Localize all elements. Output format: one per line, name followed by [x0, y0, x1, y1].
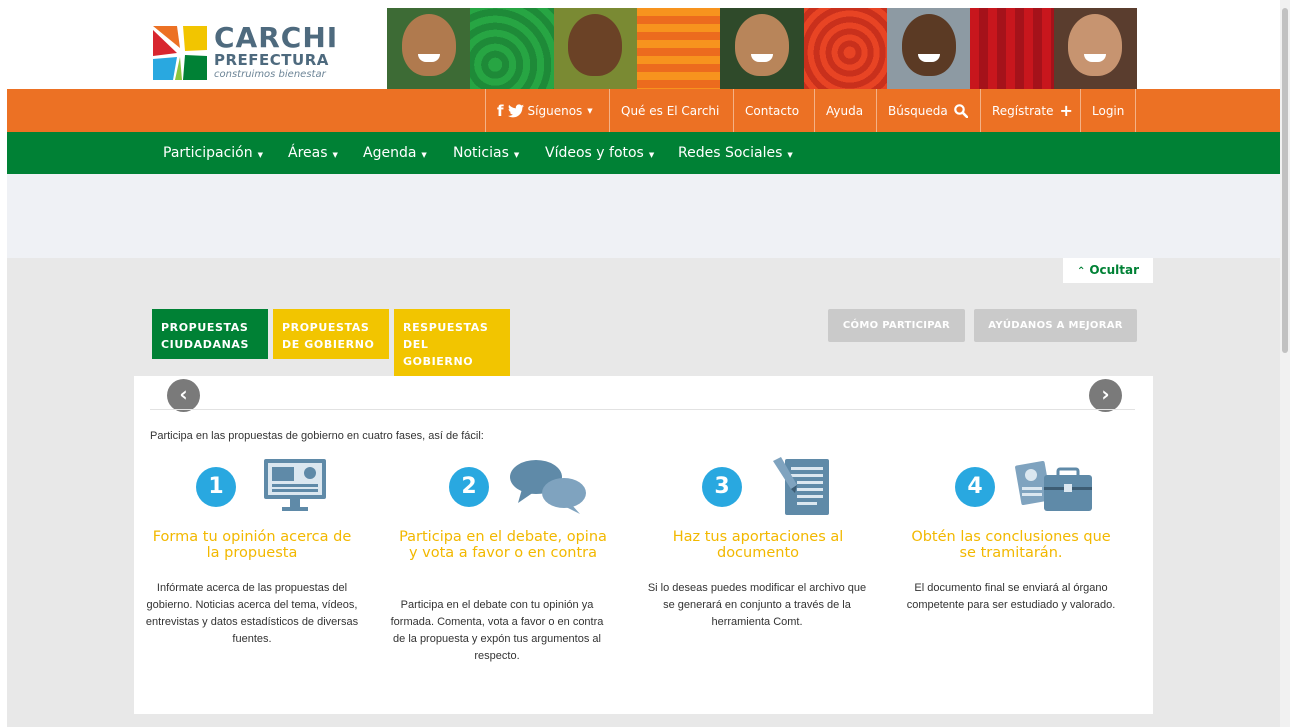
carchi-logo-icon[interactable]: [153, 26, 207, 80]
busqueda-label: Búsqueda: [888, 103, 948, 118]
nav-que-es-el-carchi[interactable]: Qué es El Carchi: [609, 89, 730, 132]
scrollbar-thumb[interactable]: [1282, 8, 1288, 353]
step-number-badge: 4: [955, 467, 995, 507]
nav-registrate[interactable]: Regístrate +: [980, 89, 1084, 132]
menu-noticias[interactable]: Noticias ▼: [453, 132, 519, 174]
banner-portrait: [553, 8, 637, 89]
divider: [150, 409, 1135, 410]
caret-down-icon: ▼: [332, 151, 338, 159]
tab-respuestas-del-gobierno[interactable]: RESPUESTAS DEL GOBIERNO: [394, 309, 510, 376]
menu-agenda[interactable]: Agenda ▼: [363, 132, 427, 174]
nav-ayuda[interactable]: Ayuda: [814, 89, 874, 132]
step-description: Infórmate acerca de las propuestas del g…: [145, 582, 359, 645]
banner-red-curtain: [970, 8, 1054, 89]
tab-propuestas-de-gobierno[interactable]: PROPUESTAS DE GOBIERNO: [273, 309, 389, 359]
next-arrow-icon[interactable]: ›: [1089, 379, 1122, 412]
monitor-icon: [264, 459, 326, 511]
menu-label: Vídeos y fotos: [545, 145, 644, 161]
caret-down-icon: ▼: [421, 151, 427, 159]
menu-redes-sociales[interactable]: Redes Sociales ▼: [678, 132, 793, 174]
banner-green-spiral: [470, 8, 554, 89]
step-title: Forma tu opinión acerca de la propuesta: [152, 529, 352, 561]
step-number-badge: 2: [449, 467, 489, 507]
step-title: Participa en el debate, opina y vota a f…: [399, 529, 607, 561]
logo-title: CARCHI: [214, 21, 339, 54]
banner-portrait: [1053, 8, 1137, 89]
step-description: El documento final se enviará al órgano …: [906, 582, 1116, 611]
menu-label: Redes Sociales: [678, 145, 783, 161]
caret-down-icon: ▼: [587, 106, 593, 115]
banner-portrait: [720, 8, 804, 89]
step-title: Obtén las conclusiones que se tramitarán…: [911, 529, 1111, 561]
empty-banner-area: [7, 174, 1280, 258]
caret-down-icon: ▼: [787, 151, 793, 159]
header-banner: [387, 8, 1137, 89]
nav-login[interactable]: Login: [1080, 89, 1137, 132]
speech-bubbles-icon: [510, 460, 586, 514]
siguenos-label: Síguenos: [527, 103, 583, 118]
search-icon: [953, 103, 968, 118]
menu-label: Agenda: [363, 145, 417, 161]
caret-down-icon: ▼: [257, 151, 263, 159]
briefcase-certificate-icon: [1015, 461, 1092, 511]
logo-tagline: construimos bienestar: [214, 69, 326, 80]
nav-contacto[interactable]: Contacto: [733, 89, 810, 132]
como-participar-button[interactable]: CÓMO PARTICIPAR: [828, 309, 965, 342]
twitter-icon[interactable]: [507, 103, 524, 118]
nav-busqueda[interactable]: Búsqueda: [876, 89, 979, 132]
document-pen-icon: [773, 457, 829, 515]
caret-down-icon: ▼: [513, 151, 520, 159]
step-title: Haz tus aportaciones al documento: [672, 529, 844, 561]
social-follow-menu[interactable]: f Síguenos ▼: [485, 89, 604, 132]
menu-label: Áreas: [288, 145, 328, 161]
tab-propuestas-ciudadanas[interactable]: PROPUESTAS CIUDADANAS: [152, 309, 268, 359]
page-edge: [0, 0, 7, 727]
previous-arrow-icon[interactable]: ‹: [167, 379, 200, 412]
menu-label: Noticias: [453, 145, 509, 161]
step-description: Si lo deseas puedes modificar el archivo…: [647, 582, 867, 628]
plus-icon: +: [1059, 101, 1073, 120]
banner-red-spiral: [803, 8, 887, 89]
hide-label: Ocultar: [1089, 263, 1140, 277]
ayudanos-a-mejorar-button[interactable]: AYÚDANOS A MEJORAR: [974, 309, 1137, 342]
step-number-badge: 1: [196, 467, 236, 507]
banner-portrait: [387, 8, 471, 89]
steps-intro: Participa en las propuestas de gobierno …: [150, 430, 484, 442]
menu-participacion[interactable]: Participación ▼: [163, 132, 263, 174]
hide-toggle-button[interactable]: ⌃ Ocultar: [1063, 258, 1153, 283]
registrate-label: Regístrate: [992, 103, 1054, 118]
step-description: Participa en el debate con tu opinión ya…: [390, 599, 604, 662]
chevron-up-icon: ⌃: [1076, 266, 1086, 277]
banner-portrait: [886, 8, 971, 89]
menu-label: Participación: [163, 145, 253, 161]
step-number-badge: 3: [702, 467, 742, 507]
banner-orange-stripes: [636, 8, 721, 89]
menu-videos-y-fotos[interactable]: Vídeos y fotos ▼: [545, 132, 654, 174]
caret-down-icon: ▼: [648, 151, 655, 159]
facebook-icon[interactable]: f: [497, 102, 504, 120]
logo-subtitle: PREFECTURA: [214, 51, 329, 69]
menu-areas[interactable]: Áreas ▼: [288, 132, 338, 174]
